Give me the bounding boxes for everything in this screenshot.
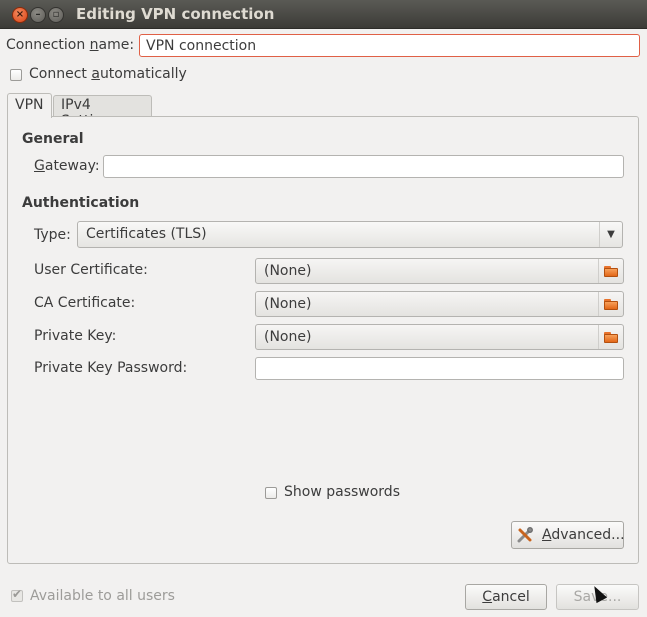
private-key-value: (None) xyxy=(264,329,312,345)
connect-auto-label-pre: Connect xyxy=(29,66,92,82)
user-certificate-label: User Certificate: xyxy=(34,262,148,278)
window-title: Editing VPN connection xyxy=(76,5,275,23)
close-window-button[interactable]: × xyxy=(12,7,28,23)
tools-icon xyxy=(517,527,533,543)
folder-icon xyxy=(598,259,623,283)
tab-ipv4-settings[interactable]: IPv4 Settings xyxy=(53,95,152,129)
user-certificate-value: (None) xyxy=(264,263,312,279)
private-key-password-label: Private Key Password: xyxy=(34,360,188,376)
maximize-icon: ▫ xyxy=(52,9,60,20)
connection-name-input[interactable] xyxy=(139,34,640,57)
ca-certificate-chooser[interactable]: (None) xyxy=(255,291,624,317)
authentication-heading: Authentication xyxy=(22,195,140,211)
cancel-label-accel: C xyxy=(482,589,493,605)
available-to-all-users-checkbox[interactable]: ✔ xyxy=(11,587,23,602)
cancel-button[interactable]: Cancel xyxy=(465,584,547,610)
ca-certificate-label: CA Certificate: xyxy=(34,295,136,311)
folder-icon xyxy=(598,325,623,349)
available-to-all-users-label: Available to all users xyxy=(30,588,175,604)
folder-icon xyxy=(598,292,623,316)
connect-auto-label-post: utomatically xyxy=(99,66,187,82)
checkmark-icon: ✔ xyxy=(12,587,23,601)
advanced-button[interactable]: Advanced... xyxy=(511,521,625,549)
title-bar: × – ▫ Editing VPN connection xyxy=(0,0,647,29)
close-icon: × xyxy=(15,9,25,20)
tab-vpn-label: VPN xyxy=(15,97,44,113)
minimize-window-button[interactable]: – xyxy=(30,7,46,23)
connect-automatically-label: Connect automatically xyxy=(29,66,187,82)
private-key-chooser[interactable]: (None) xyxy=(255,324,624,350)
maximize-window-button[interactable]: ▫ xyxy=(48,7,64,23)
gateway-input[interactable] xyxy=(103,155,624,178)
auth-type-value: Certificates (TLS) xyxy=(86,226,207,242)
cancel-label-rest: ancel xyxy=(492,589,530,605)
connect-automatically-checkbox[interactable] xyxy=(10,69,22,81)
gateway-label-rest: ateway: xyxy=(44,158,100,174)
private-key-password-input[interactable] xyxy=(255,357,624,380)
advanced-label-accel: A xyxy=(542,527,552,543)
show-passwords-checkbox[interactable] xyxy=(265,487,277,499)
chevron-down-icon: ▼ xyxy=(599,222,622,247)
connection-name-label-accel: n xyxy=(89,37,99,53)
auth-type-select[interactable]: Certificates (TLS) ▼ xyxy=(77,221,623,248)
general-heading: General xyxy=(22,131,84,147)
user-certificate-chooser[interactable]: (None) xyxy=(255,258,624,284)
advanced-label-rest: dvanced... xyxy=(551,527,625,543)
tab-vpn[interactable]: VPN xyxy=(7,93,52,118)
gateway-label: Gateway: xyxy=(34,158,100,174)
gateway-label-accel: G xyxy=(34,158,45,174)
minimize-icon: – xyxy=(35,9,41,20)
connection-name-label-pre: Connection xyxy=(6,37,90,53)
connect-auto-label-accel: a xyxy=(91,66,100,82)
connection-name-label-post: ame: xyxy=(98,37,135,53)
private-key-label: Private Key: xyxy=(34,328,117,344)
ca-certificate-value: (None) xyxy=(264,296,312,312)
auth-type-label: Type: xyxy=(34,227,71,243)
connection-name-label: Connection name: xyxy=(6,37,134,53)
show-passwords-label: Show passwords xyxy=(284,484,400,500)
